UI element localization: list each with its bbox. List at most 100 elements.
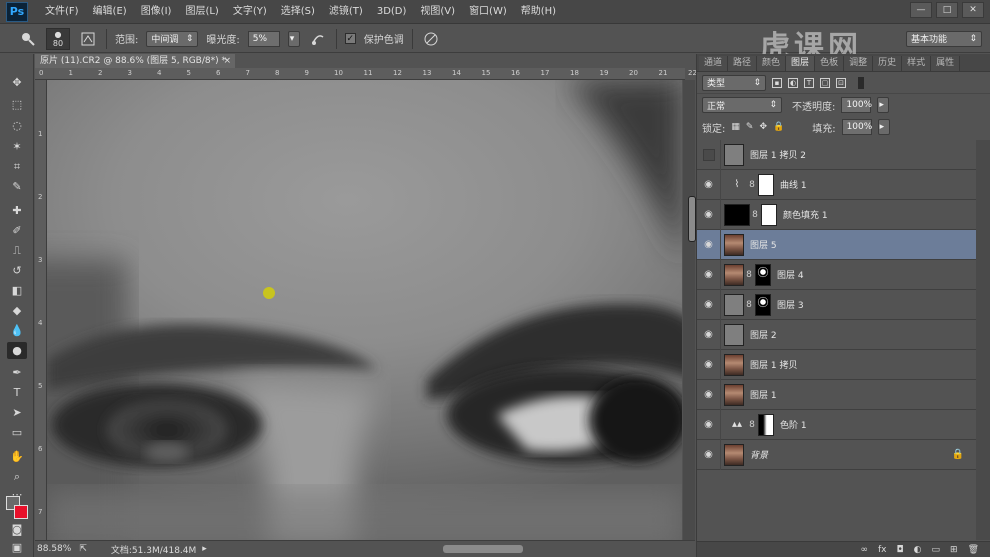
layer-thumbnail[interactable] [724, 293, 744, 316]
rectangle-tool-icon[interactable]: ▭ [7, 424, 27, 441]
lock-position-icon[interactable]: ✥ [759, 122, 767, 132]
eyedropper-tool-icon[interactable]: ✎ [7, 178, 27, 195]
panel-tab-7[interactable]: 样式 [902, 56, 932, 71]
layer-thumbnail[interactable] [724, 233, 744, 256]
document-tab[interactable]: 原片 (11).CR2 @ 88.6% (图层 5, RGB/8*) * × [35, 54, 235, 68]
opacity-dropdown[interactable]: ▸ [877, 97, 890, 113]
menu-item-7[interactable]: 3D(D) [370, 0, 414, 24]
filter-shape-icon[interactable]: ▢ [820, 77, 830, 88]
layer-thumbnail[interactable] [724, 323, 744, 346]
eraser-tool-icon[interactable]: ◧ [7, 282, 27, 299]
share-icon[interactable]: ⇱ [79, 544, 87, 554]
dodge-tool-icon[interactable] [18, 29, 38, 49]
layer-row[interactable]: ◉ 图层 5 [697, 229, 976, 260]
filter-adjustment-icon[interactable]: ◐ [788, 77, 798, 88]
lock-transparent-pixels-icon[interactable]: ▦ [731, 122, 740, 132]
layer-row[interactable]: ◉ 图层 2 [697, 319, 976, 350]
new-layer-icon[interactable]: ⊞ [950, 545, 958, 555]
menu-item-6[interactable]: 滤镜(T) [322, 0, 370, 24]
minimize-button[interactable]: — [910, 2, 932, 18]
panel-tab-2[interactable]: 颜色 [757, 56, 787, 71]
visibility-eye-icon[interactable]: ◉ [697, 409, 721, 440]
path-selection-tool-icon[interactable]: ➤ [7, 404, 27, 421]
menu-item-1[interactable]: 编辑(E) [86, 0, 134, 24]
levels-icon[interactable]: ▴▴ [727, 417, 747, 433]
filter-smart-object-icon[interactable]: ⊡ [836, 77, 846, 88]
brush-panel-icon[interactable] [78, 29, 98, 49]
menu-item-8[interactable]: 视图(V) [413, 0, 462, 24]
menu-item-0[interactable]: 文件(F) [38, 0, 86, 24]
delete-layer-icon[interactable]: 🗑 [968, 545, 979, 555]
workspace-select[interactable]: 基本功能 ⇕ [906, 30, 982, 47]
layer-thumbnail[interactable] [724, 443, 744, 466]
close-button[interactable]: ✕ [962, 2, 984, 18]
visibility-eye-icon[interactable]: ◉ [697, 169, 721, 200]
layer-row[interactable]: ◉ ▴▴ 8 色阶 1 [697, 409, 976, 440]
layer-mask-thumbnail[interactable] [758, 173, 774, 196]
magic-wand-tool-icon[interactable]: ✶ [7, 138, 27, 155]
blend-mode-select[interactable]: 正常 ⇕ [702, 97, 782, 113]
blur-tool-icon[interactable]: 💧 [7, 322, 27, 339]
visibility-eye-icon[interactable]: ◉ [697, 289, 721, 320]
visibility-eye-icon[interactable]: ◉ [697, 199, 721, 230]
menu-item-2[interactable]: 图像(I) [134, 0, 179, 24]
link-chain-icon[interactable]: 8 [747, 420, 757, 430]
visibility-eye-icon[interactable]: ◉ [697, 319, 721, 350]
panel-tab-4[interactable]: 色板 [815, 56, 845, 71]
layer-row[interactable]: 图层 1 拷贝 2 [697, 139, 976, 170]
vertical-scroll-thumb[interactable] [688, 196, 696, 242]
layers-scrollbar[interactable] [976, 140, 990, 540]
move-tool-icon[interactable]: ✥ [7, 74, 27, 91]
layer-row[interactable]: ◉ 图层 1 拷贝 [697, 349, 976, 380]
menu-item-5[interactable]: 选择(S) [274, 0, 322, 24]
filter-toggle[interactable] [858, 76, 864, 89]
panel-tab-0[interactable]: 通道 [699, 56, 729, 71]
layer-thumbnail[interactable] [724, 383, 744, 406]
link-chain-icon[interactable]: 8 [744, 300, 754, 310]
lock-image-pixels-icon[interactable]: ✎ [746, 122, 754, 132]
history-brush-tool-icon[interactable]: ↺ [7, 262, 27, 279]
opacity-input[interactable]: 100% [841, 97, 872, 113]
panel-tab-3[interactable]: 图层 [786, 56, 816, 71]
visibility-eye-icon[interactable]: ◉ [697, 349, 721, 380]
maximize-button[interactable]: □ [936, 2, 958, 18]
exposure-input[interactable]: 5% [247, 30, 280, 47]
close-tab-icon[interactable]: × [223, 54, 231, 68]
panel-tab-1[interactable]: 路径 [728, 56, 758, 71]
layer-row[interactable]: ◉ 8 图层 3 [697, 289, 976, 320]
layer-row[interactable]: ◉ 8 颜色填充 1 [697, 199, 976, 230]
layer-thumbnail[interactable] [724, 353, 744, 376]
filter-pixel-icon[interactable]: ▪ [772, 77, 782, 88]
lock-all-icon[interactable]: 🔒 [773, 122, 784, 132]
brush-size-picker[interactable]: ● 80 [46, 27, 70, 50]
layer-thumbnail[interactable] [724, 143, 744, 166]
panel-tab-5[interactable]: 调整 [844, 56, 874, 71]
lasso-tool-icon[interactable]: ◌ [7, 117, 27, 134]
menu-item-3[interactable]: 图层(L) [178, 0, 225, 24]
airbrush-icon[interactable] [308, 29, 328, 49]
filter-kind-select[interactable]: 类型 ⇕ [702, 74, 766, 91]
visibility-eye-icon[interactable]: ◉ [697, 439, 721, 470]
fx-icon[interactable]: fx [878, 545, 887, 555]
link-chain-icon[interactable]: 8 [747, 180, 757, 190]
image-canvas[interactable] [47, 80, 682, 540]
clone-stamp-tool-icon[interactable]: ⎍ [7, 242, 27, 259]
layer-mask-thumbnail[interactable] [758, 413, 774, 436]
curves-icon[interactable]: ⌇ [727, 177, 747, 193]
link-chain-icon[interactable]: 8 [744, 270, 754, 280]
paint-bucket-tool-icon[interactable]: ◆ [7, 302, 27, 319]
layer-row[interactable]: ◉ ⌇ 8 曲线 1 [697, 169, 976, 200]
marquee-tool-icon[interactable]: ⬚ [7, 96, 27, 113]
new-adjustment-icon[interactable]: ◐ [914, 545, 922, 555]
visibility-eye-icon[interactable]: ◉ [697, 259, 721, 290]
link-layers-icon[interactable]: ∞ [861, 545, 869, 555]
hand-tool-icon[interactable]: ✋ [7, 448, 27, 465]
pressure-size-icon[interactable] [421, 29, 441, 49]
crop-tool-icon[interactable]: ⌗ [7, 158, 27, 175]
layer-row[interactable]: ◉ 图层 1 [697, 379, 976, 410]
zoom-level[interactable]: 88.58% [37, 544, 71, 554]
pen-tool-icon[interactable]: ✒ [7, 364, 27, 381]
quick-mask-icon[interactable]: ◙ [7, 521, 27, 538]
exposure-dropdown[interactable]: ▾ [287, 30, 300, 47]
layer-row[interactable]: ◉ 背景 🔒 [697, 439, 976, 470]
